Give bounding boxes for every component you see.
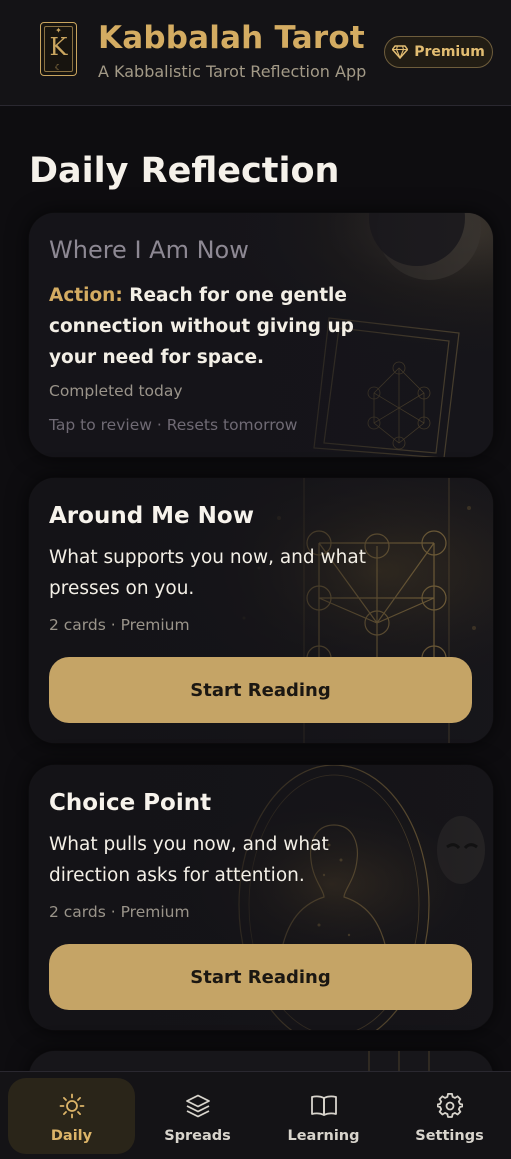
review-hint: Tap to review · Resets tomorrow	[49, 416, 298, 434]
layers-icon	[185, 1094, 210, 1118]
start-reading-button[interactable]: Start Reading	[49, 657, 472, 723]
start-reading-button[interactable]: Start Reading	[49, 944, 472, 1010]
nav-label: Daily	[50, 1128, 93, 1144]
app-title: Kabbalah Tarot	[98, 20, 365, 56]
reading-card-around-me-now: Around Me Now What supports you now, and…	[29, 478, 493, 743]
completed-status: Completed today	[49, 382, 183, 400]
card-title: Where I Am Now	[49, 236, 249, 264]
diamond-icon	[392, 45, 409, 59]
reading-card-where-i-am-now[interactable]: Where I Am Now Action: Reach for one gen…	[29, 213, 493, 457]
page-title: Daily Reflection	[29, 151, 340, 191]
nav-label: Settings	[415, 1128, 484, 1144]
app-subtitle: A Kabbalistic Tarot Reflection App	[98, 62, 367, 81]
reading-card-choice-point: Choice Point What pulls you now, and wha…	[29, 765, 493, 1030]
nav-settings[interactable]: Settings	[386, 1078, 511, 1154]
bottom-navigation: Daily Spreads Learning Settings	[0, 1071, 511, 1159]
app-header: ✦ K ☾ Kabbalah Tarot A Kabbalistic Tarot…	[0, 0, 511, 106]
nav-daily[interactable]: Daily	[8, 1078, 135, 1154]
book-icon	[310, 1095, 337, 1116]
moon-icon: ☾	[54, 63, 63, 72]
sun-icon	[59, 1093, 84, 1119]
card-title: Around Me Now	[49, 503, 254, 529]
card-meta: 2 cards · Premium	[49, 616, 190, 634]
action-label: Action:	[49, 285, 123, 306]
card-description: What pulls you now, and what direction a…	[49, 834, 329, 886]
nav-spreads[interactable]: Spreads	[134, 1078, 261, 1154]
nav-learning[interactable]: Learning	[260, 1078, 387, 1154]
card-action: Action: Reach for one gentle connection …	[49, 280, 399, 373]
premium-label: Premium	[414, 44, 485, 60]
card-meta: 2 cards · Premium	[49, 903, 190, 921]
card-description: What supports you now, and what presses …	[49, 547, 366, 599]
premium-button[interactable]: Premium	[384, 36, 493, 68]
nav-label: Spreads	[164, 1128, 231, 1144]
nav-label: Learning	[287, 1128, 360, 1144]
logo-letter: K	[49, 33, 68, 61]
app-logo: ✦ K ☾	[40, 22, 77, 76]
gear-icon	[436, 1093, 463, 1118]
card-title: Choice Point	[49, 790, 212, 816]
